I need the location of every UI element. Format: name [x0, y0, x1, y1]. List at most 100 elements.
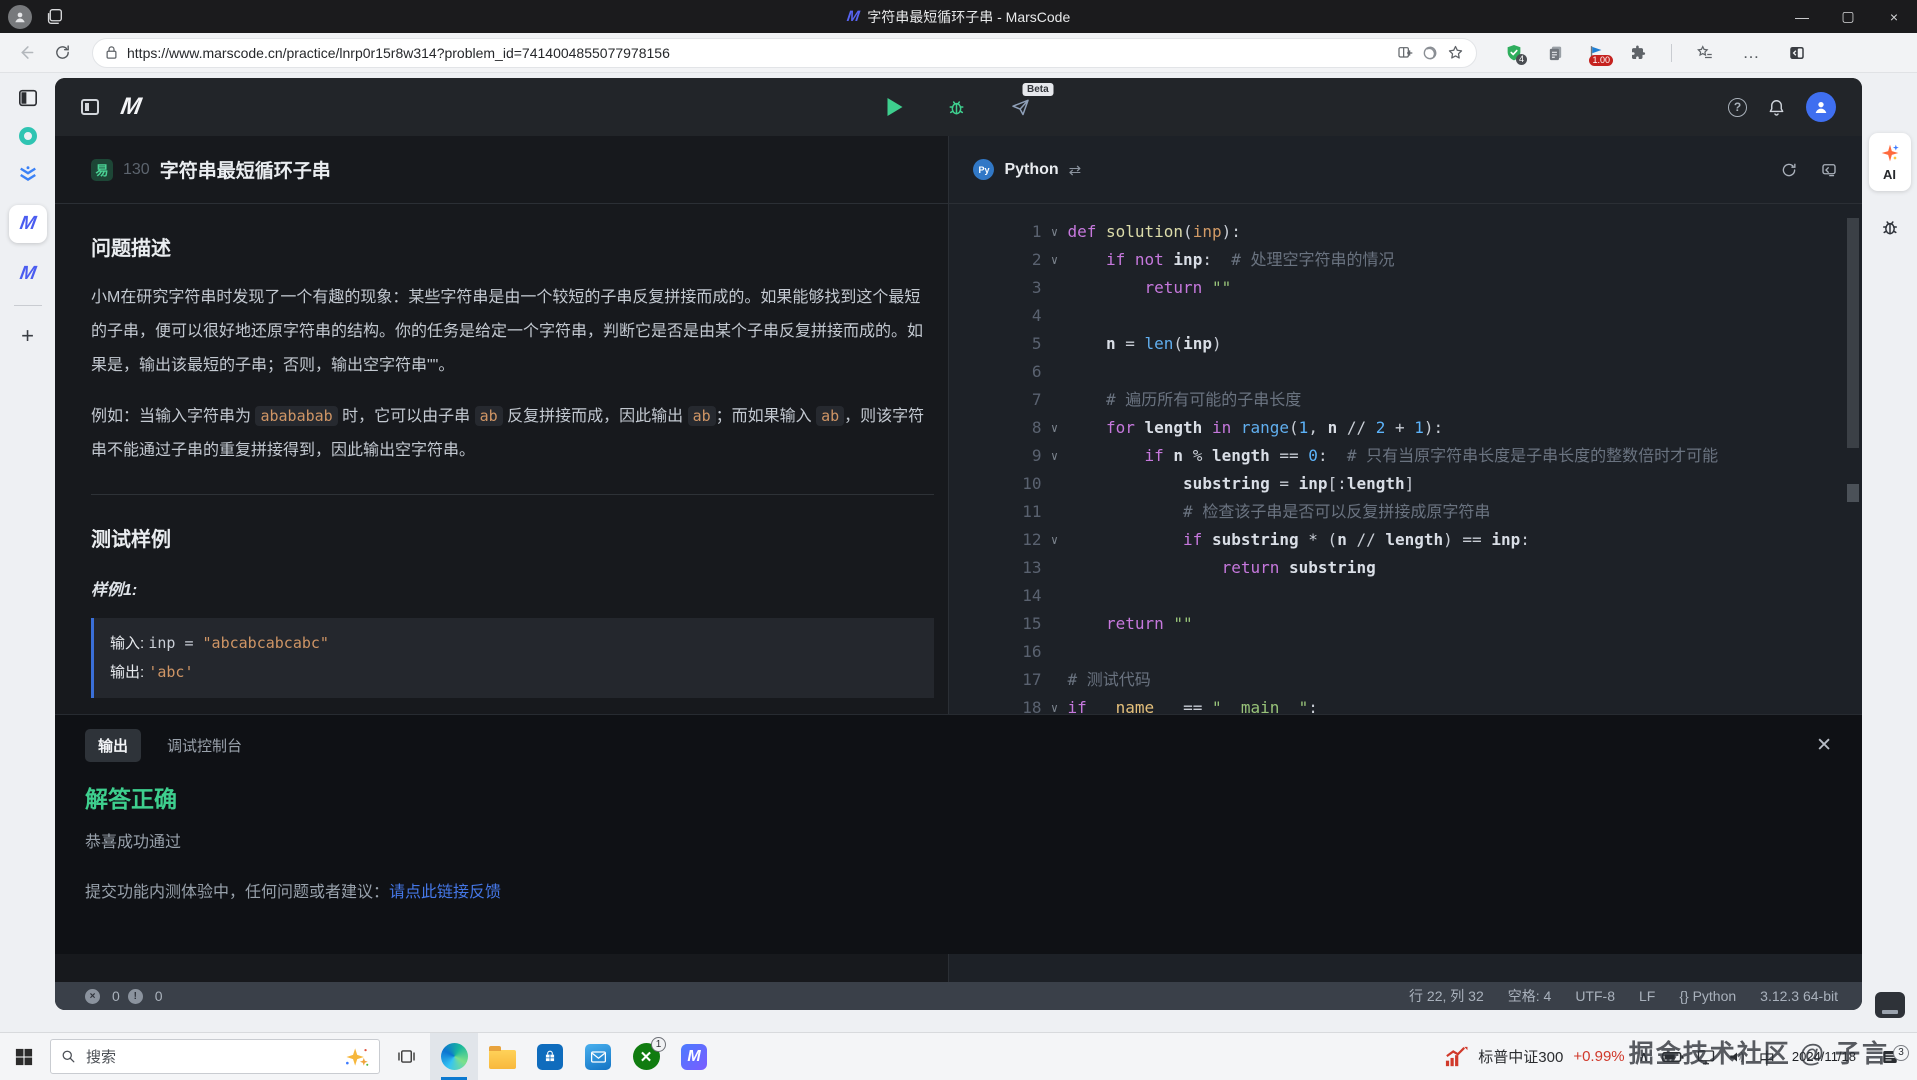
code-line[interactable]: 2∨ if not inp: # 处理空字符串的情况	[949, 246, 1862, 274]
hidden-icons-chevron[interactable]: ∧	[1639, 1048, 1649, 1065]
encoding[interactable]: UTF-8	[1575, 988, 1615, 1004]
code-text: def solution(inp):	[1067, 218, 1240, 246]
network-display-icon[interactable]	[1697, 1049, 1715, 1065]
sidebar-toggle-icon[interactable]	[1788, 44, 1806, 62]
debug-button[interactable]	[946, 97, 966, 117]
lock-icon[interactable]	[105, 45, 118, 60]
person-icon	[13, 10, 27, 24]
tab-favicon-marscode[interactable]: M	[18, 263, 38, 285]
code-line[interactable]: 3 return ""	[949, 274, 1862, 302]
code-line[interactable]: 17# 测试代码	[949, 666, 1862, 694]
code-line[interactable]: 16	[949, 638, 1862, 666]
line-number: 9	[949, 442, 1041, 470]
code-line[interactable]: 7 # 遍历所有可能的子串长度	[949, 386, 1862, 414]
code-line[interactable]: 14	[949, 582, 1862, 610]
run-button[interactable]	[887, 98, 902, 116]
switch-language-icon[interactable]: ⇄	[1069, 161, 1082, 179]
tab-debug-console[interactable]: 调试控制台	[167, 735, 242, 756]
fold-icon[interactable]: ∨	[1041, 526, 1067, 554]
indent-setting[interactable]: 空格: 4	[1508, 986, 1552, 1006]
taskbar-explorer-icon[interactable]	[478, 1033, 526, 1080]
notifications-bell-icon[interactable]	[1767, 98, 1786, 117]
favorite-star-icon[interactable]	[1447, 44, 1464, 61]
editor-scrollbar-mark[interactable]	[1847, 484, 1859, 502]
marscode-app-logo[interactable]: M	[119, 93, 144, 121]
cursor-position[interactable]: 行 22, 列 32	[1409, 986, 1484, 1006]
flag-extension-icon[interactable]: 1.00	[1588, 43, 1605, 62]
address-bar[interactable]: https://www.marscode.cn/practice/lnrp0r1…	[92, 38, 1477, 68]
code-line[interactable]: 6	[949, 358, 1862, 386]
taskbar-marscode-icon[interactable]: M	[670, 1033, 718, 1080]
help-icon[interactable]: ?	[1728, 98, 1747, 117]
volume-icon[interactable]	[1728, 1049, 1746, 1065]
active-tab[interactable]: M 字符串最短循环子串 - MarsCode	[0, 7, 1917, 27]
taskbar-search-input[interactable]: 搜索	[50, 1039, 380, 1074]
code-line[interactable]: 5 n = len(inp)	[949, 330, 1862, 358]
stock-widget[interactable]: 标普中证300 +0.99%	[1430, 1033, 1638, 1080]
debug-sidebar-icon[interactable]	[1880, 217, 1900, 237]
problems-summary[interactable]: ×0 !0	[85, 988, 163, 1004]
more-menu-icon[interactable]: …	[1738, 43, 1764, 63]
favorites-bar-icon[interactable]	[1696, 44, 1714, 62]
fold-icon[interactable]: ∨	[1041, 442, 1067, 470]
code-line[interactable]: 15 return ""	[949, 610, 1862, 638]
new-tab-icon[interactable]: +	[21, 326, 34, 346]
back-icon[interactable]	[16, 43, 42, 62]
taskbar-store-icon[interactable]	[526, 1033, 574, 1080]
code-line[interactable]: 13 return substring	[949, 554, 1862, 582]
reset-code-icon[interactable]	[1780, 161, 1798, 179]
taskbar-xbox-icon[interactable]: ✕ 1	[622, 1033, 670, 1080]
input-code: inp =	[148, 634, 202, 652]
ime-indicator[interactable]: 中	[1759, 1045, 1775, 1069]
tab-favicon-marscode-active[interactable]: M	[9, 205, 47, 243]
browser-essentials-icon[interactable]	[1422, 45, 1438, 61]
code-lines[interactable]: 1∨def solution(inp):2∨ if not inp: # 处理空…	[949, 204, 1862, 750]
panel-layout-icon[interactable]	[1875, 992, 1905, 1018]
language-mode[interactable]: {} Python	[1679, 988, 1736, 1004]
code-line[interactable]: 11 # 检查该子串是否可以反复拼接成原字符串	[949, 498, 1862, 526]
fold-icon[interactable]: ∨	[1041, 218, 1067, 246]
maximize-button[interactable]: ▢	[1825, 0, 1871, 33]
fold-spacer	[1041, 470, 1067, 498]
collapse-panel-icon[interactable]	[81, 99, 99, 115]
ai-assistant-button[interactable]: AI	[1869, 133, 1911, 191]
taskbar-mail-icon[interactable]	[574, 1033, 622, 1080]
tab-output[interactable]: 输出	[85, 729, 141, 762]
adblock-shield-icon[interactable]: 4	[1505, 43, 1523, 62]
python-version[interactable]: 3.12.3 64-bit	[1760, 988, 1838, 1004]
notification-center-icon[interactable]: 3	[1873, 1049, 1907, 1065]
user-avatar[interactable]	[1806, 92, 1836, 122]
split-screen-icon[interactable]	[1397, 45, 1413, 61]
fold-spacer	[1041, 302, 1067, 330]
editor-scrollbar[interactable]	[1847, 218, 1859, 448]
submit-button[interactable]: Beta	[1010, 97, 1030, 117]
browser-profile-avatar[interactable]	[8, 5, 32, 29]
task-view-button[interactable]	[382, 1033, 430, 1080]
refresh-icon[interactable]	[54, 44, 80, 61]
code-line[interactable]: 4	[949, 302, 1862, 330]
fold-icon[interactable]: ∨	[1041, 246, 1067, 274]
fold-icon[interactable]: ∨	[1041, 414, 1067, 442]
format-code-icon[interactable]	[1820, 161, 1838, 179]
close-button[interactable]: ×	[1871, 0, 1917, 33]
start-button[interactable]	[0, 1033, 48, 1080]
code-line[interactable]: 1∨def solution(inp):	[949, 218, 1862, 246]
taskbar-edge-icon[interactable]	[430, 1033, 478, 1080]
url-text[interactable]: https://www.marscode.cn/practice/lnrp0r1…	[127, 45, 1388, 61]
clock[interactable]: 2024/11/18	[1788, 1049, 1860, 1064]
battery-icon[interactable]	[1662, 1050, 1684, 1064]
tab-favicon-teal[interactable]	[19, 127, 37, 145]
close-output-icon[interactable]: ✕	[1816, 734, 1832, 757]
code-line[interactable]: 12∨ if substring * (n // length) == inp:	[949, 526, 1862, 554]
extensions-puzzle-icon[interactable]	[1629, 44, 1647, 62]
minimize-button[interactable]: —	[1779, 0, 1825, 33]
code-line[interactable]: 9∨ if n % length == 0: # 只有当原字符串长度是子串长度的…	[949, 442, 1862, 470]
tab-favicon-chevrons[interactable]	[17, 165, 39, 185]
code-line[interactable]: 8∨ for length in range(1, n // 2 + 1):	[949, 414, 1862, 442]
tab-stack-icon[interactable]	[46, 8, 63, 25]
feedback-link[interactable]: 请点此链接反馈	[389, 884, 501, 901]
code-line[interactable]: 10 substring = inp[:length]	[949, 470, 1862, 498]
eol-setting[interactable]: LF	[1639, 988, 1655, 1004]
notes-extension-icon[interactable]	[1547, 44, 1564, 62]
vertical-tabs-panel-icon[interactable]	[18, 89, 38, 107]
